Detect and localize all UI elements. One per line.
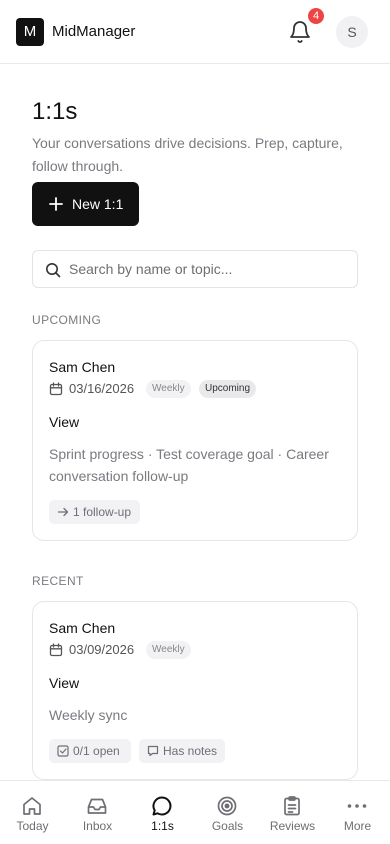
cadence-badge: Weekly xyxy=(146,380,191,398)
open-items-chip[interactable]: 0/1 open xyxy=(49,739,131,763)
nav-item-one-on-ones[interactable]: 1:1s xyxy=(130,781,195,844)
notification-badge: 4 xyxy=(308,8,324,24)
chat-icon xyxy=(152,796,172,816)
meeting-topics: Weekly sync xyxy=(49,707,128,723)
app-name[interactable]: MidManager xyxy=(52,23,135,40)
nav-label: Inbox xyxy=(82,819,113,833)
bell-icon[interactable] xyxy=(288,20,312,44)
meeting-person-name: Sam Chen xyxy=(49,620,116,636)
status-badge: Upcoming xyxy=(199,380,257,398)
top-bar: M MidManager 4 S xyxy=(0,0,390,64)
app-logo[interactable]: M xyxy=(16,18,44,46)
target-icon xyxy=(217,796,237,816)
bottom-nav: Today Inbox 1:1s Goals Reviews More xyxy=(0,780,390,844)
page-title: 1:1s xyxy=(32,98,78,125)
meeting-person-name: Sam Chen xyxy=(49,359,116,375)
upcoming-meeting-card[interactable]: Sam Chen 03/16/2026 Weekly Upcoming View… xyxy=(32,340,358,541)
meeting-topics: Sprint progress · Test coverage goal · C… xyxy=(49,446,329,484)
nav-label: Reviews xyxy=(269,819,316,833)
view-link[interactable]: View xyxy=(49,414,79,430)
recent-section-label: RECENT xyxy=(32,574,84,588)
upcoming-section-label: UPCOMING xyxy=(32,313,102,327)
nav-label: Goals xyxy=(211,819,244,833)
meeting-date: 03/09/2026 xyxy=(69,642,135,657)
new-button-label: New 1:1 xyxy=(72,196,124,212)
search-icon xyxy=(46,263,61,278)
new-one-on-one-button[interactable]: New 1:1 xyxy=(32,182,139,226)
arrow-right-icon xyxy=(57,507,69,517)
inbox-icon xyxy=(87,798,107,814)
nav-item-today[interactable]: Today xyxy=(0,781,65,844)
nav-label: 1:1s xyxy=(151,819,174,833)
search-box xyxy=(32,250,358,288)
home-icon xyxy=(23,797,41,815)
nav-item-reviews[interactable]: Reviews xyxy=(260,781,325,844)
checkbox-icon xyxy=(57,745,69,757)
meeting-date: 03/16/2026 xyxy=(69,381,135,396)
notes-chip[interactable]: Has notes xyxy=(139,739,225,763)
recent-meeting-card[interactable]: Sam Chen 03/09/2026 Weekly View Weekly s… xyxy=(32,601,358,780)
user-avatar[interactable]: S xyxy=(336,16,368,48)
calendar-icon xyxy=(49,643,63,657)
nav-item-goals[interactable]: Goals xyxy=(195,781,260,844)
followup-count: 1 follow-up xyxy=(73,505,132,519)
view-link[interactable]: View xyxy=(49,675,79,691)
notes-label: Has notes xyxy=(163,744,218,758)
more-icon xyxy=(347,804,367,808)
search-input[interactable] xyxy=(69,251,349,287)
clipboard-icon xyxy=(284,796,300,816)
page-subtitle: Your conversations drive decisions. Prep… xyxy=(32,135,343,174)
cadence-badge: Weekly xyxy=(146,641,191,659)
followup-chip[interactable]: 1 follow-up xyxy=(49,500,140,524)
nav-label: Today xyxy=(16,819,49,833)
calendar-icon xyxy=(49,382,63,396)
note-icon xyxy=(147,745,159,757)
plus-icon xyxy=(49,197,63,211)
nav-item-more[interactable]: More xyxy=(325,781,390,844)
nav-label: More xyxy=(343,819,372,833)
open-items-count: 0/1 open xyxy=(73,744,120,758)
nav-item-inbox[interactable]: Inbox xyxy=(65,781,130,844)
